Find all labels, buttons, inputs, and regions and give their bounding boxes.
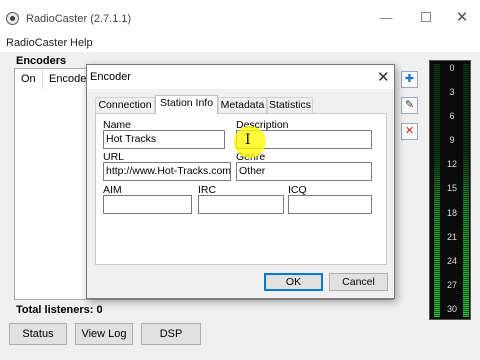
- irc-field[interactable]: [198, 195, 284, 214]
- maximize-button[interactable]: [418, 10, 434, 26]
- delete-encoder-button[interactable]: ✕: [401, 123, 418, 140]
- dialog-title-bar: Encoder ✕: [87, 65, 394, 89]
- edit-encoder-button[interactable]: ✎: [401, 97, 418, 114]
- meter-bar-left: [434, 64, 440, 317]
- view-log-button[interactable]: View Log: [75, 323, 133, 345]
- title-bar: RadioCaster (2.7.1.1) — ✕: [0, 0, 480, 34]
- column-on[interactable]: On: [15, 69, 43, 89]
- tab-metadata[interactable]: Metadata: [218, 97, 267, 113]
- name-field[interactable]: Hot Tracks: [103, 130, 225, 149]
- meter-tick: 3: [449, 87, 455, 97]
- dialog-title: Encoder: [90, 71, 131, 83]
- cancel-button[interactable]: Cancel: [329, 273, 388, 291]
- encoder-dialog: Encoder ✕ Connection Station Info Metada…: [86, 64, 395, 299]
- meter-tick: 18: [446, 208, 457, 218]
- close-button[interactable]: ✕: [454, 10, 470, 26]
- radiocaster-icon: [6, 12, 19, 25]
- dialog-close-button[interactable]: ✕: [377, 68, 390, 86]
- menu-bar: RadioCaster Help: [0, 34, 480, 52]
- meter-tick: 12: [446, 159, 457, 169]
- genre-field[interactable]: Other: [236, 162, 372, 181]
- add-icon: ✚: [404, 73, 415, 85]
- menu-radiocaster[interactable]: RadioCaster: [6, 37, 67, 49]
- tab-station-info[interactable]: Station Info: [155, 95, 218, 114]
- meter-bar-right: [463, 64, 469, 317]
- url-field[interactable]: http://www.Hot-Tracks.com: [103, 162, 231, 181]
- meter-tick: 27: [446, 280, 457, 290]
- total-listeners: Total listeners: 0: [16, 304, 103, 316]
- menu-help[interactable]: Help: [70, 37, 93, 49]
- meter-tick: 15: [446, 183, 457, 193]
- tab-connection[interactable]: Connection: [95, 97, 155, 113]
- meter-tick: 9: [449, 135, 455, 145]
- encoders-label: Encoders: [16, 55, 67, 67]
- meter-tick: 6: [449, 111, 455, 121]
- meter-tick: 0: [449, 63, 455, 73]
- icq-field[interactable]: [288, 195, 372, 214]
- status-button[interactable]: Status: [9, 323, 67, 345]
- tab-statistics[interactable]: Statistics: [267, 97, 313, 113]
- minimize-button[interactable]: —: [378, 10, 394, 26]
- delete-icon: ✕: [404, 125, 415, 137]
- maximize-icon: [421, 12, 431, 22]
- meter-tick: 30: [446, 304, 457, 314]
- text-cursor-icon: I: [245, 132, 251, 148]
- vu-meter: 0 3 6 9 12 15 18 21 24 27 30: [429, 60, 471, 320]
- window-title: RadioCaster (2.7.1.1): [26, 13, 132, 25]
- meter-tick: 24: [446, 256, 457, 266]
- edit-icon: ✎: [404, 99, 415, 111]
- meter-tick: 21: [446, 232, 457, 242]
- aim-field[interactable]: [103, 195, 192, 214]
- add-encoder-button[interactable]: ✚: [401, 71, 418, 88]
- radiocaster-window: RadioCaster (2.7.1.1) — ✕ RadioCaster He…: [0, 0, 480, 360]
- ok-button[interactable]: OK: [264, 273, 323, 291]
- dsp-button[interactable]: DSP: [141, 323, 201, 345]
